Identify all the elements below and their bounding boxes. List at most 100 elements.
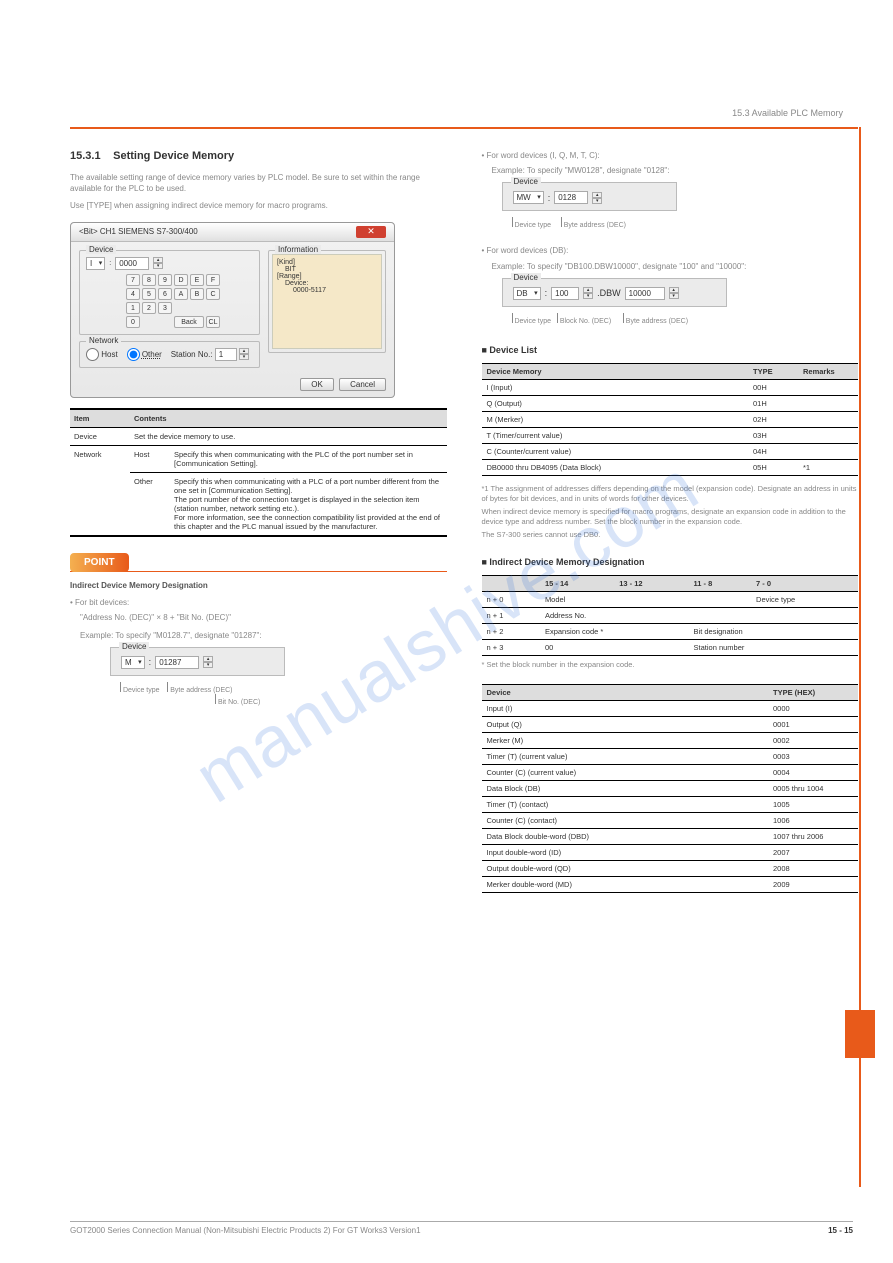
- table-cell: Other: [130, 472, 170, 536]
- table-cell: Host: [130, 445, 170, 472]
- key-7[interactable]: 7: [126, 274, 140, 286]
- table-cell: 2009: [768, 876, 858, 892]
- byte-addr-input[interactable]: 10000: [625, 287, 665, 300]
- table-cell: 0003: [768, 748, 858, 764]
- header-rule: [70, 127, 858, 129]
- device-widget-db: Device DB : 100 ▴▾ .DBW 10000 ▴▾: [502, 278, 727, 307]
- device-type-select[interactable]: I: [86, 257, 105, 270]
- spinner-icon[interactable]: ▴▾: [592, 192, 602, 204]
- table-cell: Set the device memory to use.: [130, 427, 447, 445]
- key-9[interactable]: 9: [158, 274, 172, 286]
- table-cell: [798, 411, 858, 427]
- key-b[interactable]: B: [190, 288, 204, 300]
- table-cell: 04H: [748, 443, 798, 459]
- device-widget-m: Device M : 01287 ▴▾: [110, 647, 285, 676]
- indirect-note: * Set the block number in the expansion …: [482, 660, 859, 670]
- spinner-icon[interactable]: ▴▾: [203, 656, 213, 668]
- device-widget-mw: Device MW : 0128 ▴▾: [502, 182, 677, 211]
- key-a[interactable]: A: [174, 288, 188, 300]
- spinner-icon[interactable]: ▴▾: [669, 287, 679, 299]
- table-cell: 1007 thru 2006: [768, 828, 858, 844]
- point-subtitle: Indirect Device Memory Designation: [70, 580, 447, 591]
- table-cell: Device: [70, 427, 130, 445]
- table-cell: 00H: [748, 379, 798, 395]
- indirect-heading: ■ Indirect Device Memory Designation: [482, 557, 859, 567]
- key-1[interactable]: 1: [126, 302, 140, 314]
- table-cell: Input (I): [482, 700, 769, 716]
- callout: Device type Byte address (DEC): [512, 217, 859, 229]
- other-radio[interactable]: Other: [127, 350, 162, 359]
- device-fieldset-label: Device: [86, 245, 116, 254]
- key-c[interactable]: C: [206, 288, 220, 300]
- table-cell: Specify this when communicating with the…: [170, 445, 447, 472]
- table-cell: M (Merker): [482, 411, 749, 427]
- indirect-table: 15 - 14 13 - 12 11 - 8 7 - 0 n + 0ModelD…: [482, 575, 859, 656]
- key-5[interactable]: 5: [142, 288, 156, 300]
- callout: Bit No. (DEC): [215, 694, 447, 706]
- table-cell: Counter (C) (contact): [482, 812, 769, 828]
- table-cell: [798, 379, 858, 395]
- table-cell: Merker double-word (MD): [482, 876, 769, 892]
- address-input[interactable]: 0128: [554, 191, 588, 204]
- word-example-2: Example: To specify "DB100.DBW10000", de…: [492, 261, 859, 272]
- table-cell: Input double-word (ID): [482, 844, 769, 860]
- network-fieldset-label: Network: [86, 336, 121, 345]
- ok-button[interactable]: OK: [300, 378, 334, 391]
- device-list-table: Device Memory TYPE Remarks I (Input)00HQ…: [482, 363, 859, 476]
- key-0[interactable]: 0: [126, 316, 140, 328]
- table-cell: Q (Output): [482, 395, 749, 411]
- table-cell: 0005 thru 1004: [768, 780, 858, 796]
- device-type-select[interactable]: M: [121, 656, 145, 669]
- spinner-icon[interactable]: ▴▾: [153, 257, 163, 269]
- callout: Device type Block No. (DEC) Byte address…: [512, 313, 859, 325]
- cancel-button[interactable]: Cancel: [339, 378, 386, 391]
- intro-text-1: The available setting range of device me…: [70, 172, 447, 194]
- dialog-title: <Bit> CH1 SIEMENS S7-300/400: [79, 227, 198, 236]
- address-input[interactable]: 0000: [115, 257, 149, 270]
- spinner-icon[interactable]: ▴▾: [239, 348, 249, 360]
- key-3[interactable]: 3: [158, 302, 172, 314]
- footer: GOT2000 Series Connection Manual (Non-Mi…: [70, 1221, 853, 1235]
- section-number: 15.3.1: [70, 150, 101, 162]
- address-input[interactable]: 01287: [155, 656, 199, 669]
- footer-left: GOT2000 Series Connection Manual (Non-Mi…: [70, 1226, 421, 1235]
- table-cell: Data Block double-word (DBD): [482, 828, 769, 844]
- table-cell: 0000: [768, 700, 858, 716]
- table-cell: [798, 395, 858, 411]
- table-cell: 0004: [768, 764, 858, 780]
- table-cell: DB0000 thru DB4095 (Data Block): [482, 459, 749, 475]
- table-cell: 1006: [768, 812, 858, 828]
- bullet-word-db: • For word devices (DB):: [482, 245, 859, 256]
- table-cell: Specify this when communicating with a P…: [170, 472, 447, 536]
- table-cell: T (Timer/current value): [482, 427, 749, 443]
- station-input[interactable]: 1: [215, 348, 237, 361]
- block-input[interactable]: 100: [551, 287, 579, 300]
- key-6[interactable]: 6: [158, 288, 172, 300]
- table-cell: Timer (T) (current value): [482, 748, 769, 764]
- cl-button[interactable]: CL: [206, 316, 220, 328]
- table-cell: Data Block (DB): [482, 780, 769, 796]
- table-cell: Counter (C) (current value): [482, 764, 769, 780]
- device-type-select[interactable]: DB: [513, 287, 541, 300]
- key-4[interactable]: 4: [126, 288, 140, 300]
- note-2: When indirect device memory is specified…: [482, 507, 859, 527]
- close-icon[interactable]: ✕: [356, 226, 386, 238]
- key-f[interactable]: F: [206, 274, 220, 286]
- key-2[interactable]: 2: [142, 302, 156, 314]
- back-button[interactable]: Back: [174, 316, 204, 328]
- table-cell: 2008: [768, 860, 858, 876]
- device-type-select[interactable]: MW: [513, 191, 544, 204]
- dbw-label: .DBW: [597, 288, 621, 298]
- host-radio[interactable]: Host: [86, 350, 118, 359]
- key-8[interactable]: 8: [142, 274, 156, 286]
- device-dialog: <Bit> CH1 SIEMENS S7-300/400 ✕ Device I …: [70, 222, 395, 398]
- key-d[interactable]: D: [174, 274, 188, 286]
- footer-right: 15 - 15: [828, 1226, 853, 1235]
- callout: Device type Byte address (DEC): [120, 682, 447, 694]
- bullet-word: • For word devices (I, Q, M, T, C):: [482, 150, 859, 161]
- table-cell: 0001: [768, 716, 858, 732]
- table-cell: 0002: [768, 732, 858, 748]
- key-e[interactable]: E: [190, 274, 204, 286]
- table-cell: [798, 427, 858, 443]
- spinner-icon[interactable]: ▴▾: [583, 287, 593, 299]
